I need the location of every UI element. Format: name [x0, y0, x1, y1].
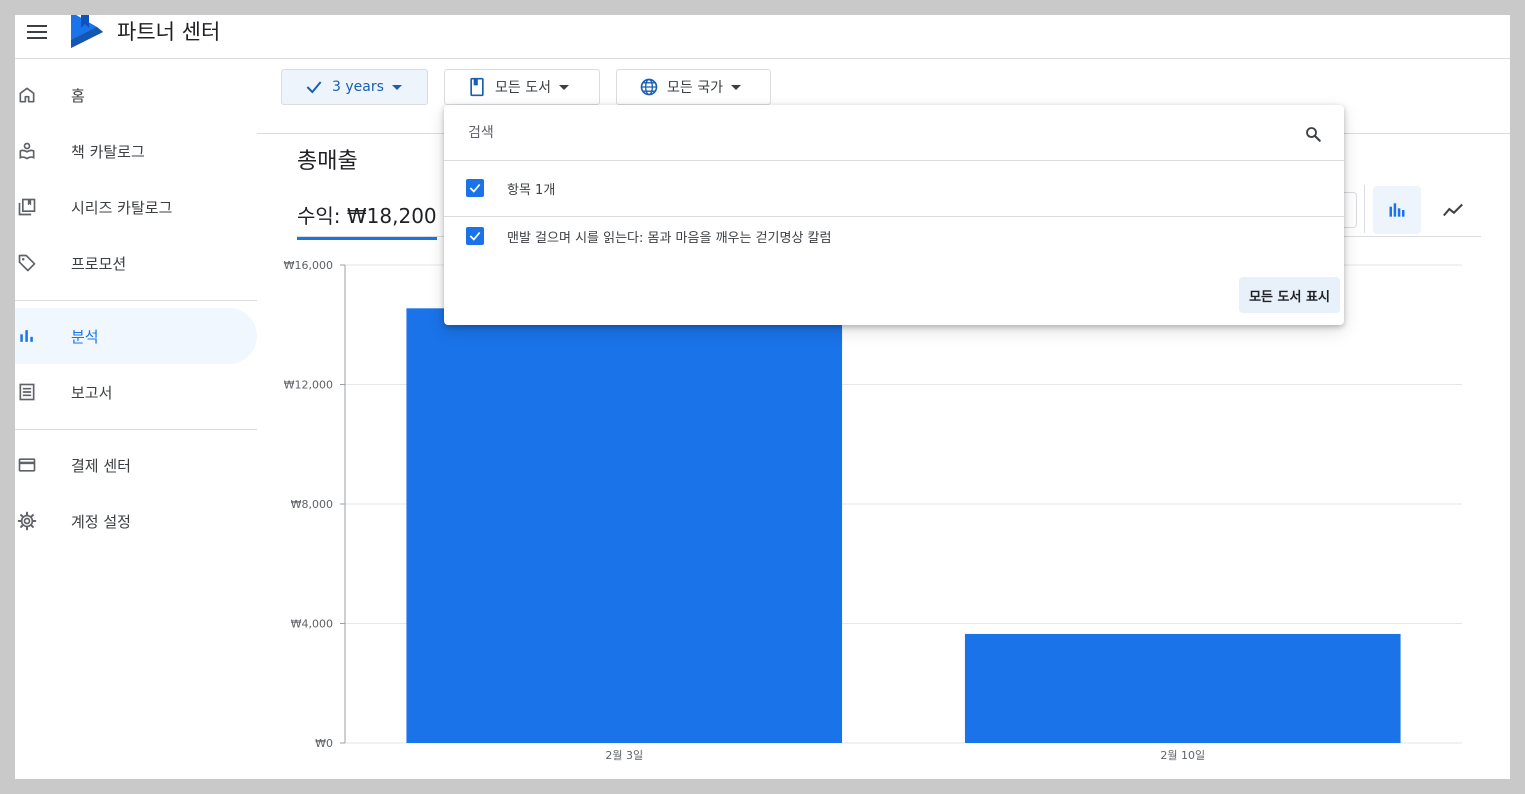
search-icon[interactable]	[1304, 125, 1322, 143]
dropdown-caret-icon	[391, 84, 402, 90]
sidebar-item-home[interactable]: 홈	[15, 67, 257, 123]
x-tick-label: 2월 3일	[605, 748, 643, 762]
period-filter-label: 3 years	[332, 79, 384, 95]
sidebar-item-label: 보고서	[71, 383, 113, 402]
y-tick-label: ₩8,000	[291, 498, 333, 511]
show-all-books-button[interactable]: 모든 도서 표시	[1239, 277, 1340, 313]
menu-icon[interactable]	[27, 25, 47, 39]
sidebar-item-label: 책 카탈로그	[71, 142, 145, 161]
chart-toggle-separator	[1364, 185, 1365, 233]
sidebar-item-label: 홈	[71, 86, 85, 105]
bar-chart-toggle-button[interactable]	[1373, 186, 1421, 234]
book-icon	[470, 77, 484, 97]
sidebar-item-payments-center[interactable]: 결제 센터	[15, 437, 257, 493]
globe-icon	[640, 78, 658, 96]
y-tick-label: ₩16,000	[284, 259, 333, 272]
series-catalog-icon	[18, 198, 36, 216]
y-tick-label: ₩0	[315, 737, 333, 750]
sidebar-item-analytics[interactable]: 분석	[15, 308, 257, 364]
period-filter-chip[interactable]: 3 years	[281, 69, 428, 105]
tag-icon	[18, 254, 36, 272]
y-tick-label: ₩4,000	[291, 618, 333, 631]
sidebar-item-account-settings[interactable]: 계정 설정	[15, 493, 257, 549]
sidebar-item-label: 계정 설정	[71, 512, 131, 531]
credit-card-icon	[18, 458, 36, 472]
home-icon	[19, 87, 35, 103]
select-all-row[interactable]: 항목 1개	[444, 165, 1344, 213]
books-filter-label: 모든 도서	[495, 80, 551, 96]
app-window: 파트너 센터 홈 책 카탈로그 시리즈 카탈로그 프로모션 분석 보고서 결제 …	[15, 15, 1510, 779]
app-title: 파트너 센터	[117, 20, 221, 44]
bar	[406, 308, 843, 743]
select-all-checkbox[interactable]	[466, 179, 484, 197]
checkmark-icon	[469, 231, 481, 241]
countries-filter-label: 모든 국가	[667, 80, 723, 96]
checkmark-icon	[469, 183, 481, 193]
check-icon	[306, 81, 322, 94]
sidebar-item-reports[interactable]: 보고서	[15, 364, 257, 420]
sidebar: 홈 책 카탈로그 시리즈 카탈로그 프로모션 분석 보고서 결제 센터 계정 설…	[15, 60, 257, 779]
x-tick-label: 2월 10일	[1160, 748, 1205, 762]
select-all-label: 항목 1개	[507, 183, 556, 198]
dropdown-search-bar	[444, 105, 1344, 161]
book-option-checkbox[interactable]	[466, 227, 484, 245]
book-catalog-icon	[19, 142, 35, 160]
gear-icon	[17, 511, 37, 531]
y-tick-label: ₩12,000	[284, 379, 333, 392]
sidebar-item-series-catalog[interactable]: 시리즈 카탈로그	[15, 179, 257, 235]
books-filter-dropdown: 항목 1개 맨발 걸으며 시를 읽는다: 몸과 마음을 깨우는 걷기명상 칼럼 …	[444, 105, 1344, 325]
line-chart-toggle-button[interactable]	[1429, 186, 1477, 234]
countries-filter-chip[interactable]: 모든 국가	[616, 69, 771, 105]
top-app-bar: 파트너 센터	[15, 15, 1510, 59]
sidebar-item-label: 결제 센터	[71, 456, 131, 475]
bar	[964, 633, 1401, 743]
books-filter-chip[interactable]: 모든 도서	[444, 69, 600, 105]
sidebar-item-book-catalog[interactable]: 책 카탈로그	[15, 123, 257, 179]
sidebar-item-label: 시리즈 카탈로그	[71, 198, 173, 217]
line-chart-icon	[1443, 203, 1463, 217]
sidebar-divider	[15, 300, 257, 301]
bar-chart-icon	[20, 330, 33, 342]
book-option-label: 맨발 걸으며 시를 읽는다: 몸과 마음을 깨우는 걷기명상 칼럼	[507, 231, 832, 246]
sidebar-item-label: 분석	[71, 327, 99, 346]
revenue-metric-tab[interactable]: 수익: ₩18,200	[297, 200, 437, 240]
sidebar-item-promotions[interactable]: 프로모션	[15, 235, 257, 291]
dropdown-caret-icon	[730, 84, 741, 90]
dropdown-caret-icon	[558, 84, 569, 90]
sidebar-item-label: 프로모션	[71, 254, 127, 273]
bar-chart-icon	[1389, 203, 1405, 217]
report-icon	[19, 383, 35, 401]
book-option-row[interactable]: 맨발 걸으며 시를 읽는다: 몸과 마음을 깨우는 걷기명상 칼럼	[444, 213, 1344, 261]
sidebar-divider	[15, 429, 257, 430]
book-search-input[interactable]	[466, 119, 1266, 147]
section-title: 총매출	[297, 149, 358, 174]
play-books-logo-icon	[71, 15, 103, 48]
revenue-bar-chart: ₩0 ₩4,000 ₩8,000 ₩12,000 ₩16,000 2월 3일 2월 10일	[284, 259, 1462, 762]
